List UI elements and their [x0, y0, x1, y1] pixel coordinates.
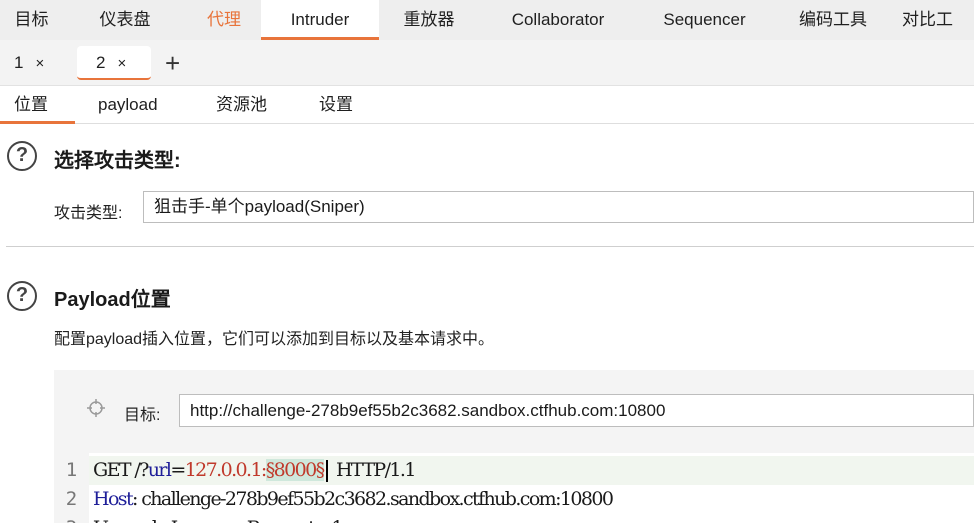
close-icon[interactable]: × — [117, 55, 126, 72]
tab-sequencer[interactable]: Sequencer — [637, 0, 772, 40]
attack-tab-2[interactable]: 2 × — [77, 46, 151, 80]
line-number: 2 — [54, 485, 89, 514]
attack-type-title: 选择攻击类型: — [54, 150, 181, 172]
tab-collaborator[interactable]: Collaborator — [479, 0, 637, 40]
header-name: Host — [93, 488, 134, 510]
tab-intruder[interactable]: Intruder — [261, 0, 379, 40]
tab-dashboard[interactable]: 仪表盘 — [63, 0, 187, 40]
tab-positions[interactable]: 位置 — [0, 86, 75, 124]
query-param-value: 127.0.0.1: — [184, 459, 268, 481]
tab-target[interactable]: 目标 — [0, 0, 63, 40]
line-number: 1 — [54, 456, 89, 485]
attack-type-select[interactable]: 狙击手-单个payload(Sniper) — [143, 191, 974, 223]
help-icon[interactable]: ? — [7, 281, 37, 311]
query-param-name: url — [147, 459, 172, 481]
crosshair-icon — [87, 399, 105, 417]
target-url-input[interactable]: http://challenge-278b9ef55b2c3682.sandbo… — [179, 394, 974, 427]
request-line[interactable]: 1 GET /?url=127.0.0.1:§8000§ HTTP/1.1 — [54, 456, 974, 485]
header-value: : challenge-278b9ef55b2c3682.sandbox.ctf… — [132, 488, 614, 510]
attack-tab-label: 1 — [14, 53, 24, 72]
payload-positions-title: Payload位置 — [54, 289, 171, 311]
equals-sign: = — [170, 459, 186, 481]
target-label: 目标: — [124, 407, 161, 424]
section-divider — [6, 246, 974, 247]
help-icon[interactable]: ? — [7, 141, 37, 171]
tab-comparer[interactable]: 对比工 — [894, 0, 974, 40]
attack-tab-bar: 1 × 2 × + — [0, 40, 974, 86]
request-method: GET /? — [93, 459, 149, 481]
tab-proxy[interactable]: 代理 — [187, 0, 261, 40]
intruder-section-tabs: 位置 payload 资源池 设置 — [0, 86, 974, 124]
tab-repeater[interactable]: 重放器 — [379, 0, 479, 40]
request-line[interactable]: 3Upgrade-Insecure-Requests: 1 — [54, 514, 974, 523]
attack-tab-1[interactable]: 1 × — [0, 46, 68, 80]
line-number: 3 — [54, 514, 89, 523]
tab-settings[interactable]: 设置 — [319, 86, 353, 124]
text-caret — [325, 460, 328, 482]
tab-payloads[interactable]: payload — [98, 86, 158, 124]
attack-type-label: 攻击类型: — [54, 205, 123, 222]
header-line-text: Upgrade-Insecure-Requests: 1 — [89, 514, 344, 523]
http-version: HTTP/1.1 — [331, 459, 416, 481]
add-tab-button[interactable]: + — [165, 48, 180, 78]
tab-decoder[interactable]: 编码工具 — [772, 0, 894, 40]
attack-tab-label: 2 — [96, 53, 106, 72]
close-icon[interactable]: × — [35, 55, 44, 72]
payload-position-marker[interactable]: §8000§ — [265, 459, 325, 481]
tab-resource-pool[interactable]: 资源池 — [216, 86, 267, 124]
top-tab-bar: 目标 仪表盘 代理 Intruder 重放器 Collaborator Sequ… — [0, 0, 974, 40]
payload-positions-description: 配置payload插入位置，它们可以添加到目标以及基本请求中。 — [54, 331, 495, 348]
request-line[interactable]: 2 Host: challenge-278b9ef55b2c3682.sandbo… — [54, 485, 974, 514]
